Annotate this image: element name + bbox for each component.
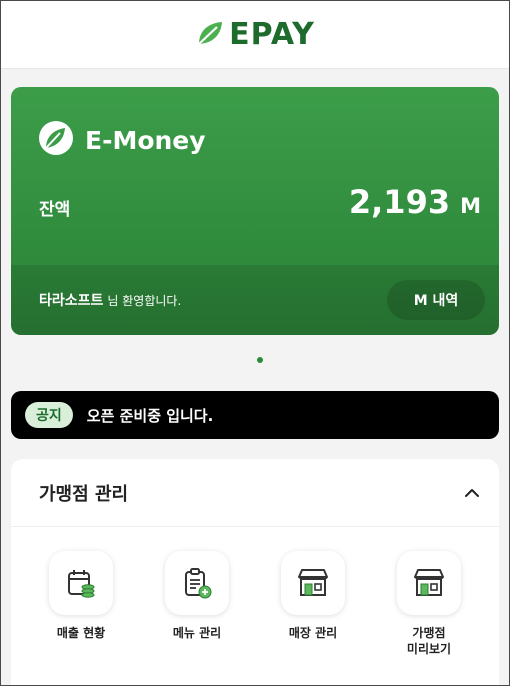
menu-item-sales[interactable]: 매출 현황: [31, 551, 131, 657]
menu-item-label: 메뉴 관리: [172, 626, 222, 640]
menu-item-label: 매출 현황: [56, 626, 106, 640]
emoney-card[interactable]: E-Money 잔액 2,193 M 타라소프트 님 환영합니다. M 내역: [11, 87, 499, 335]
store-management-panel: 가맹점 관리 매출 현황 메뉴 관리 매장 관리 가맹점 미리보기: [11, 459, 499, 685]
welcome-message: 타라소프트 님 환영합니다.: [39, 290, 181, 310]
balance-unit: M: [460, 194, 481, 218]
leaf-icon: [195, 20, 225, 50]
carousel-indicator-dot[interactable]: [257, 357, 263, 363]
card-title: E-Money: [85, 125, 206, 155]
store-menu-grid: 매출 현황 메뉴 관리 매장 관리 가맹점 미리보기: [11, 551, 499, 657]
m-history-button[interactable]: M 내역: [387, 280, 485, 320]
menu-clipboard-icon: [165, 551, 229, 615]
card-footer: 타라소프트 님 환영합니다. M 내역: [11, 265, 499, 335]
store-preview-icon: [397, 551, 461, 615]
panel-header[interactable]: 가맹점 관리: [11, 459, 499, 527]
menu-item-label: 매장 관리: [288, 626, 338, 640]
logo[interactable]: EPAY: [195, 17, 315, 52]
balance-value: 2,193 M: [349, 183, 481, 221]
sales-calendar-icon: [49, 551, 113, 615]
menu-item-store-preview[interactable]: 가맹점 미리보기: [379, 551, 479, 657]
app-frame: EPAY E-Money 잔액 2,193 M 타라소프트 님 환영합니다. M…: [0, 0, 510, 686]
leaf-badge-icon: [37, 119, 75, 161]
card-title-row: E-Money: [37, 119, 206, 161]
notice-bar[interactable]: 공지 오픈 준비중 입니다.: [11, 391, 499, 439]
chevron-up-icon[interactable]: [461, 482, 483, 504]
user-name: 타라소프트: [39, 293, 104, 309]
balance-label: 잔액: [39, 200, 71, 220]
notice-text: 오픈 준비중 입니다.: [86, 406, 214, 425]
logo-text: EPAY: [229, 17, 315, 52]
menu-item-menu-management[interactable]: 메뉴 관리: [147, 551, 247, 657]
panel-title: 가맹점 관리: [39, 483, 129, 505]
balance-amount: 2,193: [348, 183, 451, 221]
menu-item-label: 가맹점 미리보기: [406, 626, 452, 656]
menu-item-store-management[interactable]: 매장 관리: [263, 551, 363, 657]
app-header: EPAY: [1, 1, 509, 69]
notice-badge: 공지: [25, 402, 73, 428]
store-icon: [281, 551, 345, 615]
welcome-text: 님 환영합니다.: [107, 294, 182, 308]
